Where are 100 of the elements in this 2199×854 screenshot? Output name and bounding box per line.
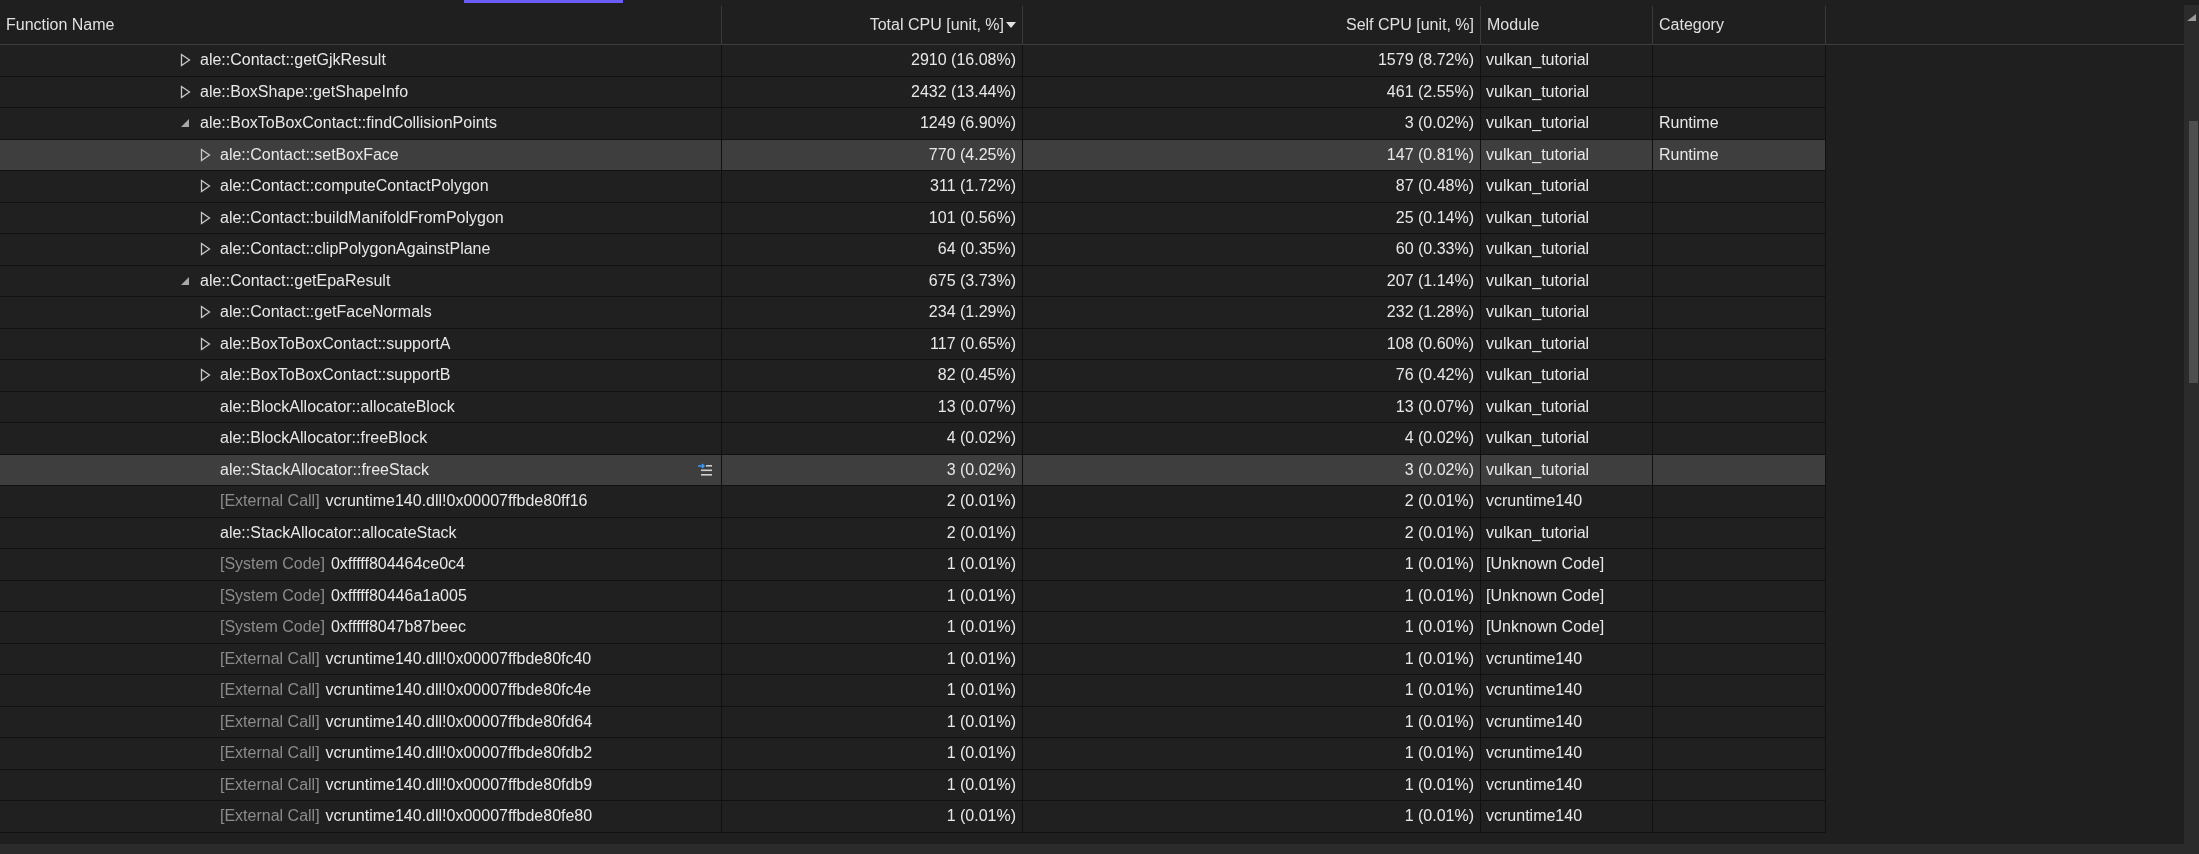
self-cpu-cell-text: 2 (0.01%) [1404, 491, 1474, 512]
table-row[interactable]: [System Code] 0xfffff80446a1a005 1 (0.01%) 1 (0.01%) [Unknown Code] [0, 580, 1826, 612]
module-cell-text: vcruntime140 [1486, 648, 1583, 669]
vertical-scrollbar[interactable] [2184, 5, 2199, 844]
self-cpu-cell-text: 108 (0.60%) [1386, 333, 1474, 354]
total-cpu-cell-text: 1 (0.01%) [946, 648, 1016, 669]
collapse-triangle-icon[interactable] [180, 275, 190, 286]
total-cpu-cell-text: 1 (0.01%) [946, 711, 1016, 732]
function-name: vcruntime140.dll!0x00007ffbde80fc40 [325, 648, 592, 669]
table-row[interactable]: ale::BoxShape::getShapeInfo 2432 (13.44%) 461 (2.55%) vulkan_tutorial [0, 76, 1826, 108]
total-cpu-cell-text: 13 (0.07%) [937, 396, 1016, 417]
table-row[interactable]: ale::Contact::getEpaResult 675 (3.73%) 207 (1.14%) vulkan_tutorial [0, 265, 1826, 297]
expand-triangle-icon[interactable] [199, 179, 211, 194]
scroll-up-icon[interactable] [2187, 14, 2196, 21]
self-cpu-cell-text: 4 (0.02%) [1404, 428, 1474, 449]
total-cpu-cell-text: 101 (0.56%) [928, 207, 1016, 228]
total-cpu-cell-text: 675 (3.73%) [928, 270, 1016, 291]
column-header[interactable]: Module [1481, 6, 1653, 44]
self-cpu-cell-text: 25 (0.14%) [1395, 207, 1474, 228]
function-name: ale::BoxShape::getShapeInfo [200, 81, 409, 102]
function-name: vcruntime140.dll!0x00007ffbde80fd64 [325, 711, 593, 732]
function-name: ale::Contact::computeContactPolygon [220, 176, 489, 197]
module-cell-text: vcruntime140 [1486, 774, 1583, 795]
collapse-triangle-icon[interactable] [180, 118, 190, 129]
table-row[interactable]: ale::BoxToBoxContact::findCollisionPoints 1249 (6.90%) 3 (0.02%) vulkan_tutorial Runtime [0, 108, 1826, 140]
table-row[interactable]: ale::Contact::buildManifoldFromPolygon 101 (0.56%) 25 (0.14%) vulkan_tutorial [0, 202, 1826, 234]
column-header[interactable]: Self CPU [unit, %] [1023, 6, 1481, 44]
function-name: ale::BlockAllocator::allocateBlock [220, 396, 455, 417]
table-row[interactable]: ale::BlockAllocator::allocateBlock 13 (0.07%) 13 (0.07%) vulkan_tutorial [0, 391, 1826, 423]
table-row[interactable]: ale::StackAllocator::allocateStack 2 (0.01%) 2 (0.01%) vulkan_tutorial [0, 517, 1826, 549]
expand-triangle-icon[interactable] [199, 368, 211, 383]
expand-triangle-icon[interactable] [199, 242, 211, 257]
table-row[interactable]: ale::BlockAllocator::freeBlock 4 (0.02%) 4 (0.02%) vulkan_tutorial [0, 423, 1826, 455]
column-header[interactable]: Category [1653, 6, 1826, 44]
total-cpu-cell-text: 1 (0.01%) [946, 806, 1016, 827]
call-type-label: [External Call] [220, 648, 320, 669]
call-type-label: [External Call] [220, 491, 320, 512]
self-cpu-cell-text: 1 (0.01%) [1404, 774, 1474, 795]
module-cell-text: vulkan_tutorial [1486, 270, 1590, 291]
total-cpu-cell-text: 117 (0.65%) [930, 333, 1016, 354]
table-row[interactable]: ale::Contact::clipPolygonAgainstPlane 64 (0.35%) 60 (0.33%) vulkan_tutorial [0, 234, 1826, 266]
total-cpu-cell-text: 4 (0.02%) [946, 428, 1016, 449]
total-cpu-cell-text: 1 (0.01%) [946, 617, 1016, 638]
self-cpu-cell-text: 3 (0.02%) [1404, 113, 1474, 134]
table-row[interactable]: [External Call] vcruntime140.dll!0x00007ffbde80fd64 1 (0.01%) 1 (0.01%) vcruntime140 [0, 706, 1826, 738]
expand-triangle-icon[interactable] [199, 147, 211, 162]
call-type-label: [System Code] [220, 554, 325, 575]
expand-triangle-icon[interactable] [179, 84, 191, 99]
total-cpu-cell-text: 1 (0.01%) [946, 554, 1016, 575]
function-name: ale::StackAllocator::freeStack [220, 459, 429, 480]
table-row[interactable]: [External Call] vcruntime140.dll!0x00007ffbde80fc4e 1 (0.01%) 1 (0.01%) vcruntime140 [0, 675, 1826, 707]
module-cell-text: vulkan_tutorial [1486, 365, 1590, 386]
total-cpu-cell-text: 1 (0.01%) [946, 585, 1016, 606]
self-cpu-cell-text: 87 (0.48%) [1395, 176, 1474, 197]
total-cpu-cell-text: 1 (0.01%) [946, 743, 1016, 764]
table-row[interactable]: ale::Contact::getGjkResult 2910 (16.08%) 1579 (8.72%) vulkan_tutorial [0, 45, 1826, 77]
table-row[interactable]: ale::Contact::getFaceNormals 234 (1.29%) 232 (1.28%) vulkan_tutorial [0, 297, 1826, 329]
expand-triangle-icon[interactable] [199, 305, 211, 320]
table-row[interactable]: [System Code] 0xfffff8047b87beec 1 (0.01%) 1 (0.01%) [Unknown Code] [0, 612, 1826, 644]
total-cpu-cell-text: 311 (1.72%) [930, 176, 1016, 197]
function-name: ale::Contact::getFaceNormals [220, 302, 432, 323]
self-cpu-cell-text: 1 (0.01%) [1404, 554, 1474, 575]
self-cpu-cell-text: 3 (0.02%) [1404, 459, 1474, 480]
table-row[interactable]: [External Call] vcruntime140.dll!0x00007ffbde80fdb2 1 (0.01%) 1 (0.01%) vcruntime140 [0, 738, 1826, 770]
total-cpu-cell-text: 2432 (13.44%) [911, 81, 1016, 102]
expand-triangle-icon[interactable] [179, 53, 191, 68]
total-cpu-cell-text: 2 (0.01%) [946, 522, 1016, 543]
column-header[interactable]: Function Name [0, 6, 722, 44]
table-row[interactable]: [External Call] vcruntime140.dll!0x00007ffbde80fc40 1 (0.01%) 1 (0.01%) vcruntime140 [0, 643, 1826, 675]
self-cpu-cell-text: 147 (0.81%) [1386, 144, 1474, 165]
function-name: vcruntime140.dll!0x00007ffbde80fdb9 [325, 774, 593, 795]
function-name: ale::BlockAllocator::freeBlock [220, 428, 428, 449]
table-row[interactable]: ale::BoxToBoxContact::supportA 117 (0.65%) 108 (0.60%) vulkan_tutorial [0, 328, 1826, 360]
module-cell-text: vulkan_tutorial [1486, 239, 1590, 260]
module-cell-text: vulkan_tutorial [1486, 81, 1590, 102]
view-source-icon[interactable] [697, 462, 713, 478]
expand-triangle-icon[interactable] [199, 336, 211, 351]
module-cell-text: vulkan_tutorial [1486, 113, 1590, 134]
module-cell-text: [Unknown Code] [1486, 617, 1605, 638]
module-cell-text: vulkan_tutorial [1486, 522, 1590, 543]
table-row[interactable]: ale::Contact::computeContactPolygon 311 (1.72%) 87 (0.48%) vulkan_tutorial [0, 171, 1826, 203]
table-row[interactable]: ale::Contact::setBoxFace 770 (4.25%) 147 (0.81%) vulkan_tutorial Runtime [0, 139, 1826, 171]
column-header[interactable]: Total CPU [unit, %] [722, 6, 1023, 44]
self-cpu-cell-text: 1 (0.01%) [1404, 585, 1474, 606]
expand-triangle-icon[interactable] [199, 210, 211, 225]
table-row[interactable]: [External Call] vcruntime140.dll!0x00007ffbde80ff16 2 (0.01%) 2 (0.01%) vcruntime140 [0, 486, 1826, 518]
module-cell-text: vulkan_tutorial [1486, 207, 1590, 228]
function-name: ale::BoxToBoxContact::supportA [220, 333, 451, 354]
self-cpu-cell-text: 1 (0.01%) [1404, 680, 1474, 701]
table-row[interactable]: [External Call] vcruntime140.dll!0x00007ffbde80fe80 1 (0.01%) 1 (0.01%) vcruntime140 [0, 801, 1826, 833]
table-row[interactable]: ale::StackAllocator::freeStack 3 (0.02%) 3 (0.02%) vulkan_tutorial [0, 454, 1826, 486]
total-cpu-cell-text: 234 (1.29%) [928, 302, 1016, 323]
category-cell-text: Runtime [1659, 144, 1719, 165]
table-row[interactable]: ale::BoxToBoxContact::supportB 82 (0.45%) 76 (0.42%) vulkan_tutorial [0, 360, 1826, 392]
function-name: vcruntime140.dll!0x00007ffbde80ff16 [325, 491, 588, 512]
table-row[interactable]: [System Code] 0xfffff804464ce0c4 1 (0.01%) 1 (0.01%) [Unknown Code] [0, 549, 1826, 581]
table-row[interactable]: [External Call] vcruntime140.dll!0x00007ffbde80fdb9 1 (0.01%) 1 (0.01%) vcruntime140 [0, 769, 1826, 801]
module-cell-text: vcruntime140 [1486, 743, 1583, 764]
scrollbar-thumb[interactable] [2189, 121, 2198, 383]
module-cell-text: vulkan_tutorial [1486, 459, 1590, 480]
